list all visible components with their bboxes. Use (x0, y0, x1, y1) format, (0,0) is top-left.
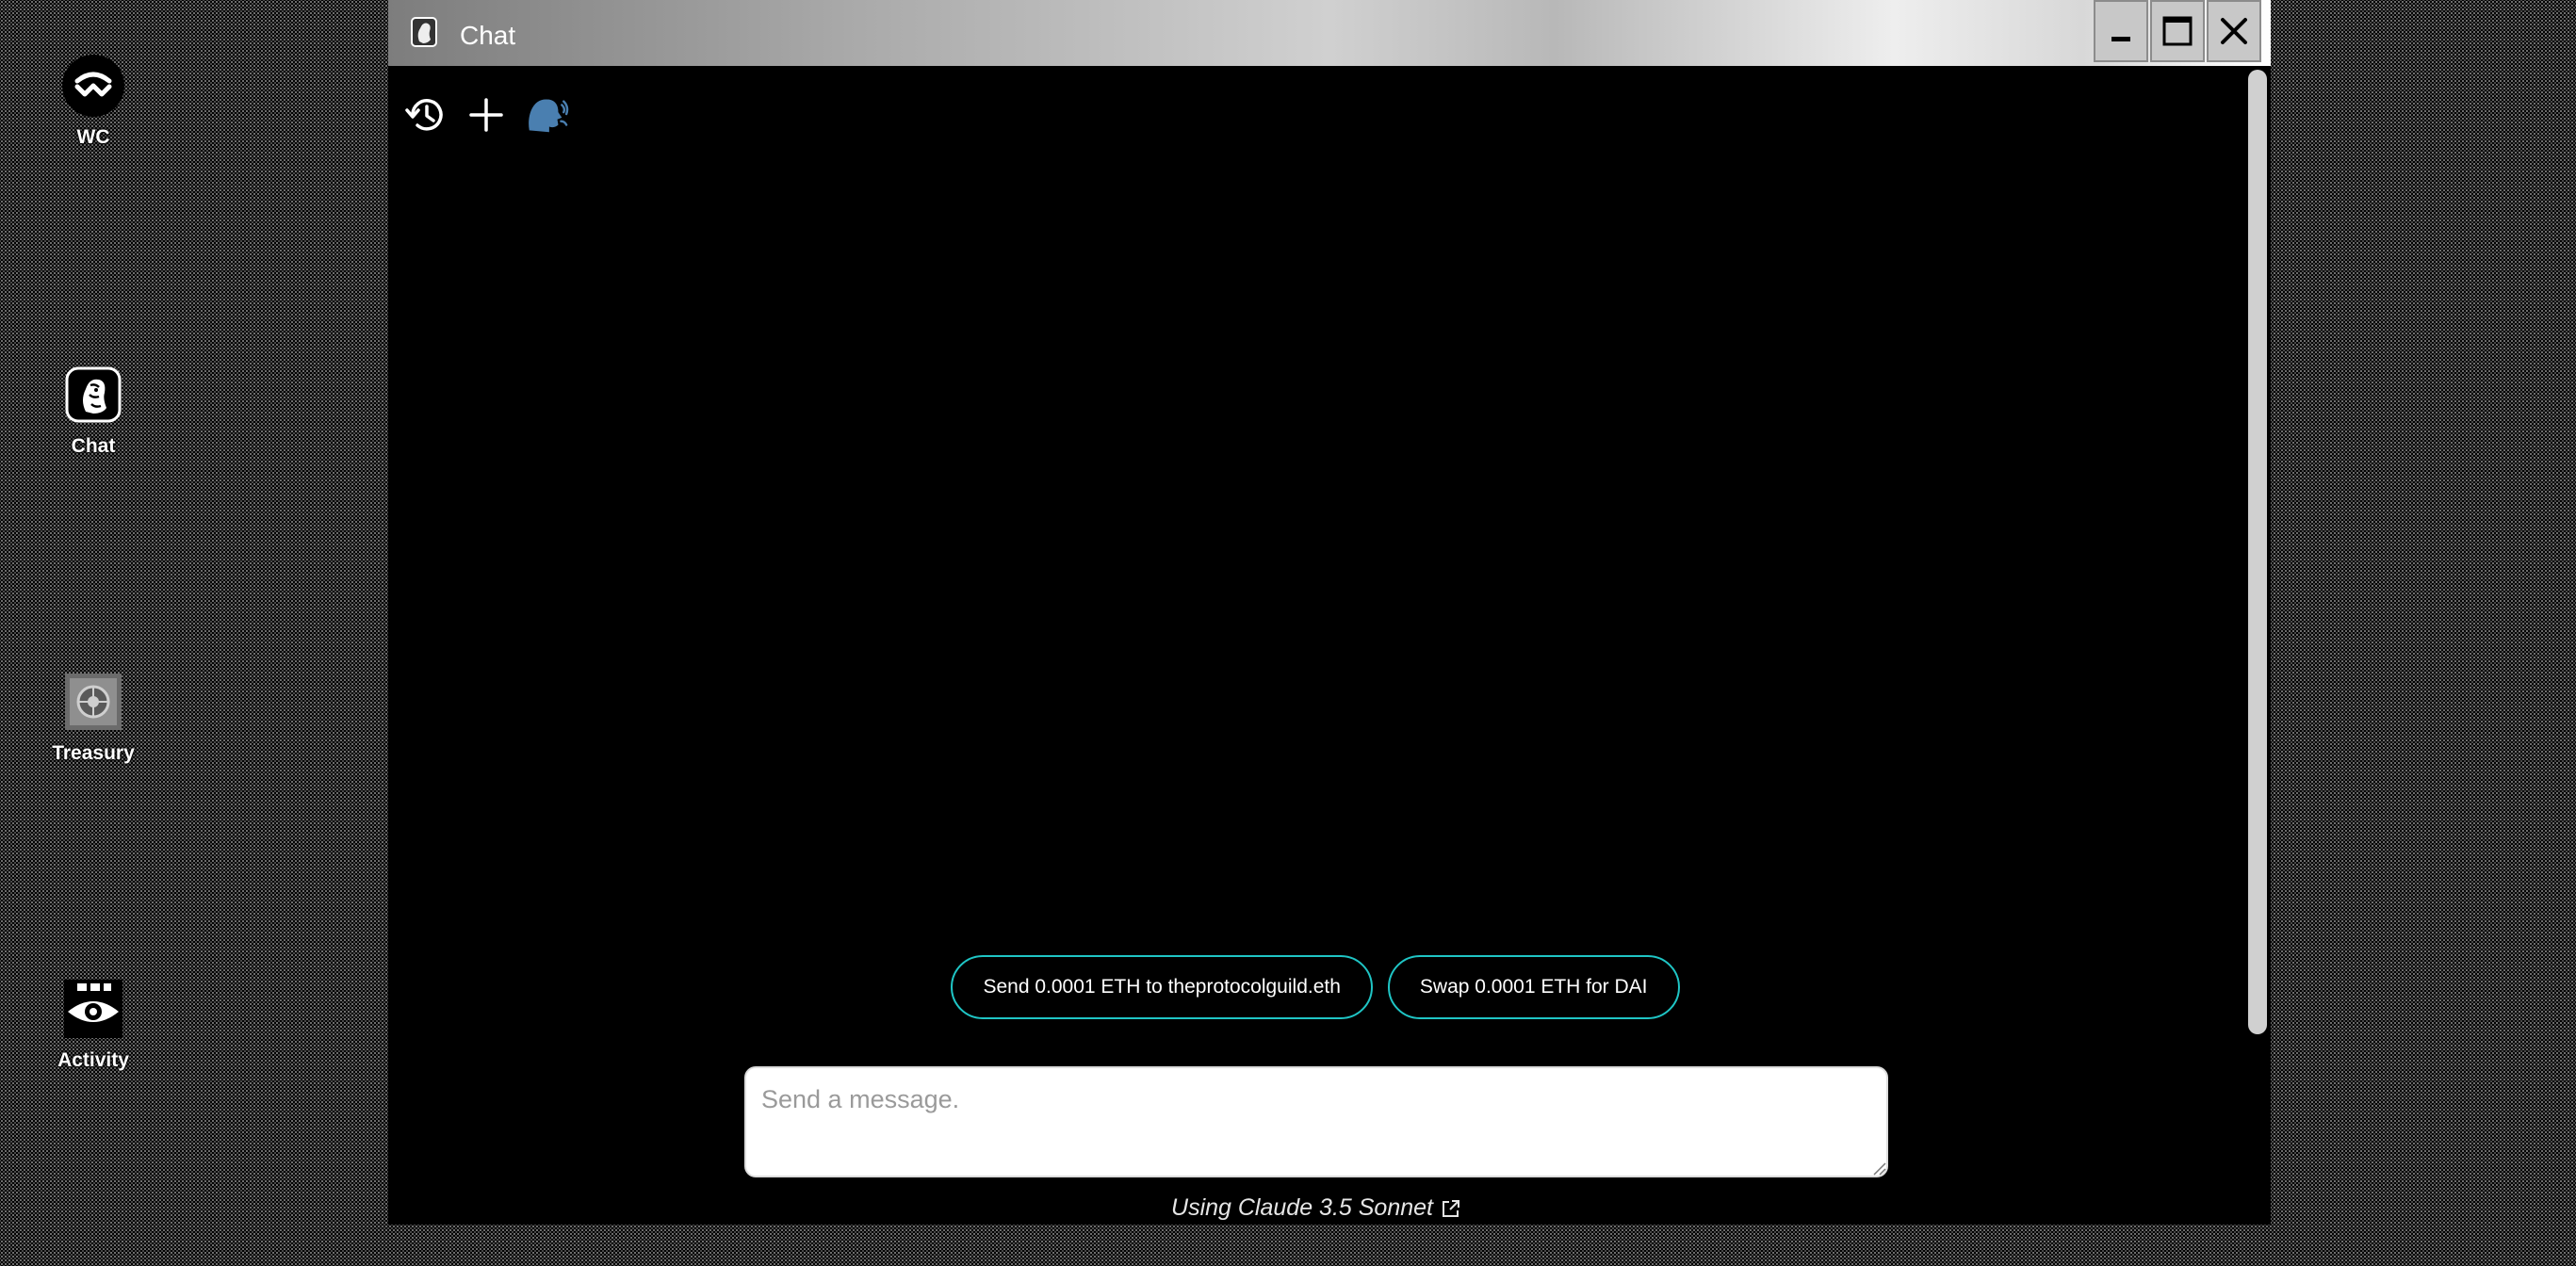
voice-button[interactable] (524, 92, 569, 138)
history-button[interactable] (403, 92, 448, 138)
minimize-icon (2111, 37, 2130, 41)
speaking-head-icon (529, 99, 569, 133)
plus-icon (469, 98, 503, 132)
minimize-button[interactable] (2094, 0, 2148, 62)
chat-content: Send 0.0001 ETH to theprotocolguild.eth … (388, 66, 2244, 1225)
external-link-icon (1442, 1199, 1459, 1217)
desktop-icon-chat[interactable]: Chat (0, 364, 187, 458)
suggestion-list: Send 0.0001 ETH to theprotocolguild.eth … (388, 955, 2244, 1019)
chat-app-icon (411, 17, 437, 47)
maximize-button[interactable] (2150, 0, 2205, 62)
model-footer: Using Claude 3.5 Sonnet (388, 1194, 2244, 1222)
desktop-icon-wc[interactable]: WC (0, 55, 187, 149)
chat-window: Chat Send 0.0001 ETH to theprotocolguild… (388, 0, 2271, 1225)
scrollbar-thumb[interactable] (2248, 70, 2267, 1034)
desktop-icon-label: Chat (71, 435, 116, 457)
window-title: Chat (460, 21, 516, 50)
walletconnect-icon (62, 55, 124, 117)
model-link-text: Using Claude 3.5 Sonnet (1171, 1194, 1433, 1221)
suggestion-send-eth[interactable]: Send 0.0001 ETH to theprotocolguild.eth (951, 955, 1373, 1019)
desktop-icon-label: Activity (57, 1049, 129, 1071)
desktop-icon-treasury[interactable]: Treasury (0, 671, 187, 765)
chat-icon (62, 364, 124, 426)
model-link[interactable]: Using Claude 3.5 Sonnet (1171, 1194, 1461, 1222)
window-titlebar[interactable]: Chat (388, 0, 2271, 66)
close-icon (2221, 18, 2247, 44)
suggestion-swap-eth[interactable]: Swap 0.0001 ETH for DAI (1387, 955, 1680, 1019)
history-icon (405, 99, 443, 131)
new-chat-button[interactable] (464, 92, 509, 138)
scrollbar[interactable] (2244, 66, 2271, 1225)
close-button[interactable] (2207, 0, 2261, 62)
message-input[interactable] (744, 1066, 1888, 1177)
desktop-icon-activity[interactable]: Activity (0, 978, 187, 1072)
activity-icon (62, 978, 124, 1040)
maximize-icon (2162, 16, 2193, 46)
treasury-icon (62, 671, 124, 733)
desktop-icon-label: WC (76, 126, 110, 148)
desktop-icon-label: Treasury (52, 742, 135, 764)
